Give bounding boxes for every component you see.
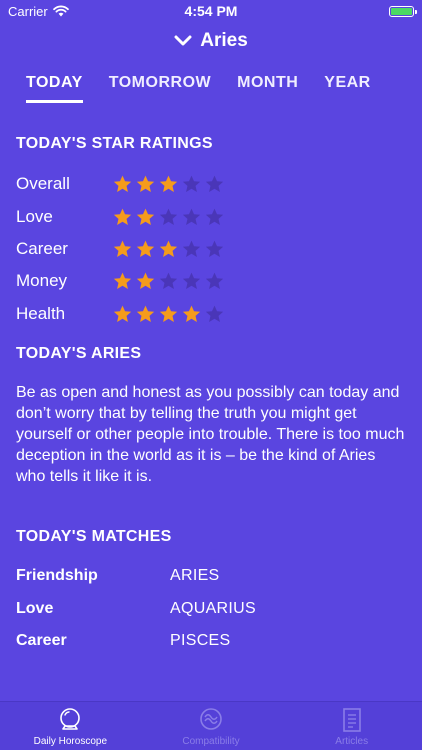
star-filled-icon [136,272,155,289]
rating-row-career: Career [16,238,225,260]
compatibility-icon [200,708,222,730]
star-filled-icon [113,208,132,225]
tabbar-label: Daily Horoscope [33,736,108,747]
rating-label: Love [16,207,53,226]
tabbar-label: Compatibility [182,736,240,747]
match-value: ARIES [170,567,220,584]
star-filled-icon [136,208,155,225]
star-empty-icon [159,272,178,289]
tab-month[interactable]: MONTH [237,74,298,100]
horoscope-text: Be as open and honest as you possibly ca… [16,384,405,485]
match-value: PISCES [170,632,231,649]
star-filled-icon [136,175,155,192]
rating-label: Overall [16,174,70,193]
star-empty-icon [159,208,178,225]
tabbar-label: Articles [335,736,369,747]
star-empty-icon [182,272,201,289]
match-row-career: Career PISCES [16,632,231,650]
star-rating [112,174,225,195]
star-empty-icon [182,175,201,192]
tab-today[interactable]: TODAY [26,74,83,103]
star-filled-icon [136,240,155,257]
period-tabs: TODAY TOMORROW MONTH YEAR [26,74,371,103]
star-empty-icon [205,272,224,289]
star-ratings-heading: TODAY'S STAR RATINGS [16,135,213,152]
star-rating [112,271,225,292]
star-rating [112,239,225,260]
tabbar-daily-horoscope[interactable]: Daily Horoscope [0,702,141,750]
page-title: Aries [200,30,248,51]
star-filled-icon [113,240,132,257]
bottom-tab-bar: Daily Horoscope Compatibility Articles [0,701,422,750]
star-empty-icon [205,175,224,192]
tabbar-compatibility[interactable]: Compatibility [141,702,282,750]
rating-label: Health [16,304,66,323]
star-filled-icon [113,175,132,192]
rating-row-money: Money [16,270,225,292]
star-rating [112,207,225,228]
match-label: Career [16,632,67,649]
match-value: AQUARIUS [170,600,256,617]
carrier-label: Carrier [8,3,48,19]
rating-row-love: Love [16,206,225,228]
star-rating [112,304,225,325]
star-filled-icon [113,305,132,322]
star-filled-icon [159,305,178,322]
star-filled-icon [113,272,132,289]
star-filled-icon [159,240,178,257]
match-row-friendship: Friendship ARIES [16,567,220,585]
star-empty-icon [205,240,224,257]
chevron-down-icon [174,35,192,46]
battery-icon [389,5,417,17]
star-empty-icon [182,240,201,257]
tab-tomorrow[interactable]: TOMORROW [109,74,211,100]
status-left: Carrier [8,4,69,19]
article-icon [342,708,361,732]
reading-heading: TODAY'S ARIES [16,345,142,362]
rating-row-overall: Overall [16,173,225,195]
battery-fill [391,7,412,15]
crystal-ball-icon [60,708,81,730]
wifi-icon [52,5,69,17]
match-label: Love [16,600,54,617]
sign-selector[interactable]: Aries [0,30,422,52]
star-filled-icon [136,305,155,322]
star-empty-icon [205,208,224,225]
rating-label: Career [16,239,68,258]
star-filled-icon [159,175,178,192]
star-filled-icon [182,305,201,322]
match-label: Friendship [16,567,98,584]
tabbar-articles[interactable]: Articles [281,702,422,750]
tab-year[interactable]: YEAR [324,74,370,100]
matches-heading: TODAY'S MATCHES [16,528,172,545]
rating-label: Money [16,271,68,290]
status-bar: Carrier 4:54 PM [0,0,422,22]
rating-row-health: Health [16,303,225,325]
match-row-love: Love AQUARIUS [16,600,256,618]
star-empty-icon [182,208,201,225]
star-empty-icon [205,305,224,322]
